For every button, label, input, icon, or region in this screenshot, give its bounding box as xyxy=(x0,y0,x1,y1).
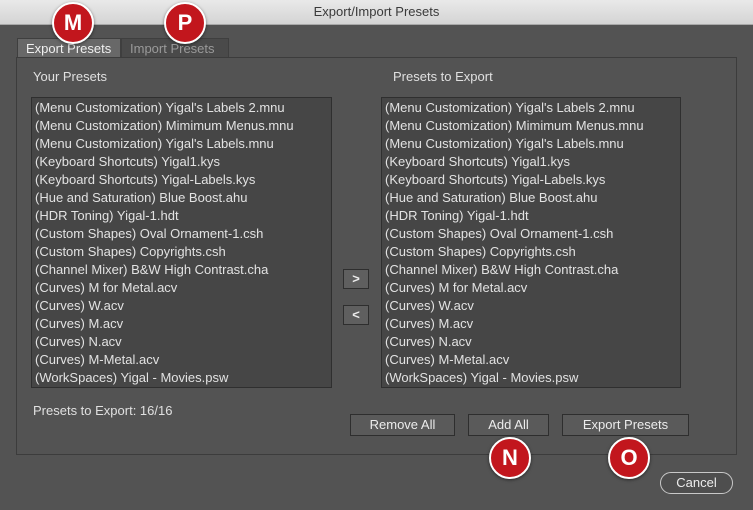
presets-to-export-heading: Presets to Export xyxy=(393,69,493,84)
export-presets-button[interactable]: Export Presets xyxy=(562,414,689,436)
list-item[interactable]: (Curves) M.acv xyxy=(32,315,331,333)
list-item[interactable]: (Keyboard Shortcuts) Yigal1.kys xyxy=(382,153,680,171)
list-item[interactable]: (Custom Shapes) Oval Ornament-1.csh xyxy=(382,225,680,243)
list-item[interactable]: (Curves) W.acv xyxy=(32,297,331,315)
callout-badge-m: M xyxy=(52,2,94,44)
list-item[interactable]: (Curves) M for Metal.acv xyxy=(382,279,680,297)
list-item[interactable]: (Custom Shapes) Copyrights.csh xyxy=(382,243,680,261)
presets-count-label: Presets to Export: 16/16 xyxy=(33,403,173,418)
list-item[interactable]: (Curves) N.acv xyxy=(32,333,331,351)
list-item[interactable]: (HDR Toning) Yigal-1.hdt xyxy=(32,207,331,225)
add-all-button[interactable]: Add All xyxy=(468,414,549,436)
cancel-button[interactable]: Cancel xyxy=(660,472,733,494)
list-item[interactable]: (Curves) M-Metal.acv xyxy=(382,351,680,369)
list-item[interactable]: (Curves) N.acv xyxy=(382,333,680,351)
list-item[interactable]: (Menu Customization) Yigal's Labels 2.mn… xyxy=(382,99,680,117)
list-item[interactable]: (Channel Mixer) B&W High Contrast.cha xyxy=(382,261,680,279)
move-left-button[interactable]: < xyxy=(343,305,369,325)
your-presets-heading: Your Presets xyxy=(33,69,107,84)
remove-all-button[interactable]: Remove All xyxy=(350,414,455,436)
move-right-button[interactable]: > xyxy=(343,269,369,289)
list-item[interactable]: (Curves) M for Metal.acv xyxy=(32,279,331,297)
your-presets-list[interactable]: (Menu Customization) Yigal's Labels 2.mn… xyxy=(31,97,332,388)
list-item[interactable]: (Keyboard Shortcuts) Yigal-Labels.kys xyxy=(382,171,680,189)
list-item[interactable]: (Custom Shapes) Oval Ornament-1.csh xyxy=(32,225,331,243)
callout-badge-n: N xyxy=(489,437,531,479)
list-item[interactable]: (Hue and Saturation) Blue Boost.ahu xyxy=(382,189,680,207)
list-item[interactable]: (Keyboard Shortcuts) Yigal1.kys xyxy=(32,153,331,171)
list-item[interactable]: (Menu Customization) Mimimum Menus.mnu xyxy=(382,117,680,135)
list-item[interactable]: (Channel Mixer) B&W High Contrast.cha xyxy=(32,261,331,279)
list-item[interactable]: (HDR Toning) Yigal-1.hdt xyxy=(382,207,680,225)
callout-badge-p: P xyxy=(164,2,206,44)
list-item[interactable]: (Hue and Saturation) Blue Boost.ahu xyxy=(32,189,331,207)
callout-badge-o: O xyxy=(608,437,650,479)
list-item[interactable]: (Menu Customization) Yigal's Labels 2.mn… xyxy=(32,99,331,117)
list-item[interactable]: (Curves) M.acv xyxy=(382,315,680,333)
list-item[interactable]: (WorkSpaces) Yigal - Movies.psw xyxy=(32,369,331,387)
list-item[interactable]: (Custom Shapes) Copyrights.csh xyxy=(32,243,331,261)
list-item[interactable]: (Menu Customization) Yigal's Labels.mnu xyxy=(32,135,331,153)
window-title: Export/Import Presets xyxy=(313,4,440,19)
list-item[interactable]: (WorkSpaces) Yigal - Movies.psw xyxy=(382,369,680,387)
list-item[interactable]: (Keyboard Shortcuts) Yigal-Labels.kys xyxy=(32,171,331,189)
presets-to-export-list[interactable]: (Menu Customization) Yigal's Labels 2.mn… xyxy=(381,97,681,388)
list-item[interactable]: (Menu Customization) Yigal's Labels.mnu xyxy=(382,135,680,153)
list-item[interactable]: (Curves) W.acv xyxy=(382,297,680,315)
title-bar: Export/Import Presets xyxy=(0,0,753,25)
list-item[interactable]: (Curves) M-Metal.acv xyxy=(32,351,331,369)
list-item[interactable]: (Menu Customization) Mimimum Menus.mnu xyxy=(32,117,331,135)
